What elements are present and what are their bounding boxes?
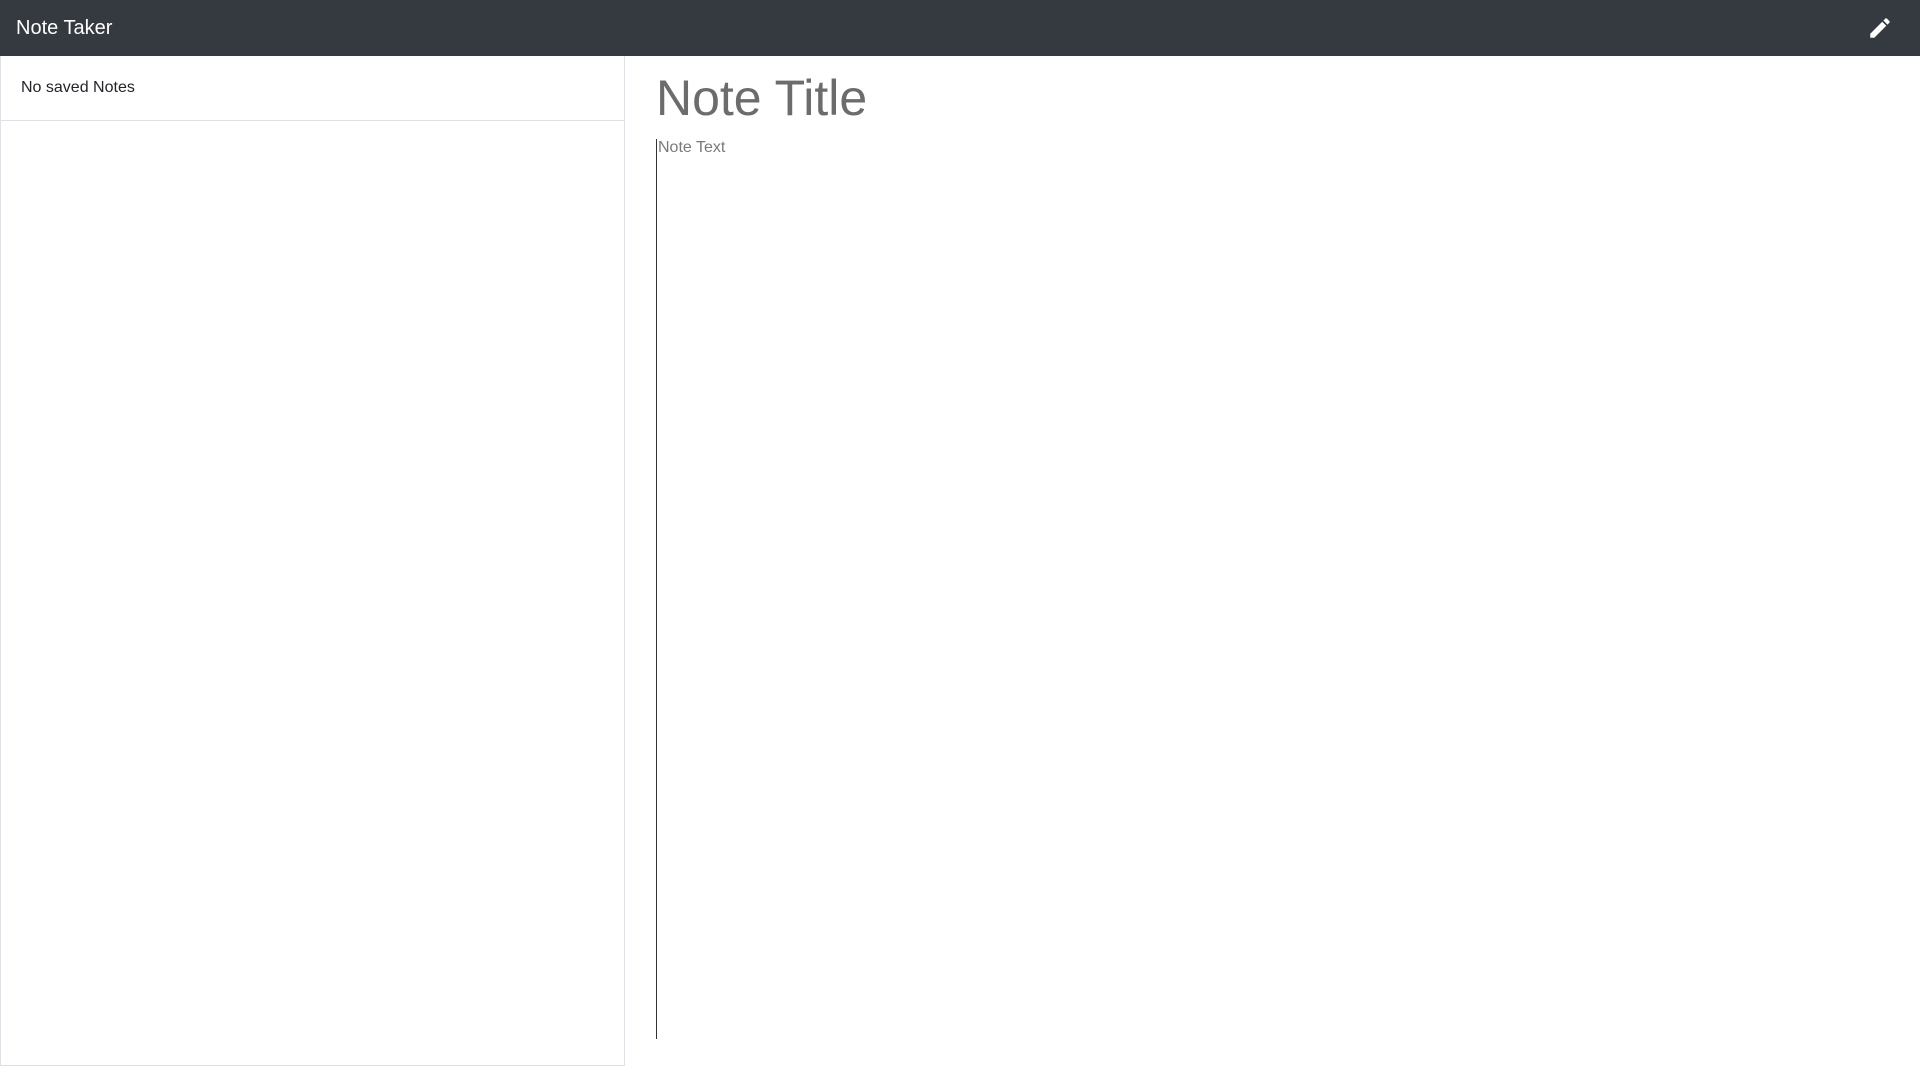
pencil-icon [1867,15,1893,41]
new-note-button[interactable] [1862,10,1898,46]
note-text-input[interactable] [656,139,1891,1039]
empty-notes-message: No saved Notes [1,56,624,121]
note-list: No saved Notes [1,56,624,121]
note-title-input[interactable] [656,66,1889,130]
notes-sidebar: No saved Notes [0,56,625,1066]
app-brand[interactable]: Note Taker [16,18,112,38]
navbar: Note Taker [0,0,1920,56]
note-editor [625,56,1920,1080]
